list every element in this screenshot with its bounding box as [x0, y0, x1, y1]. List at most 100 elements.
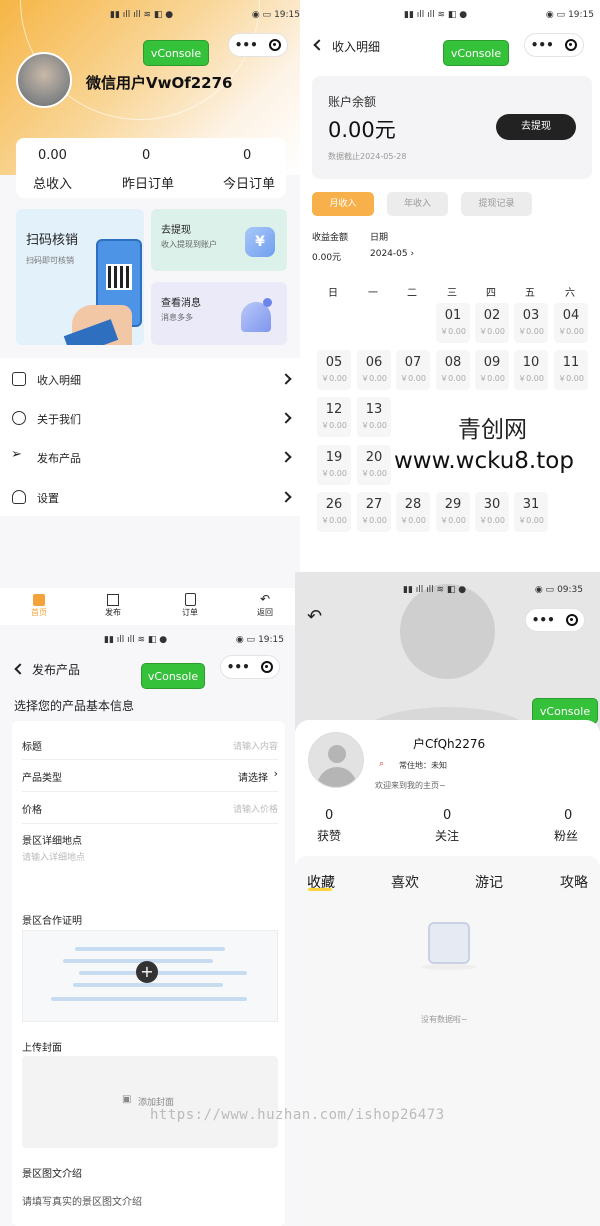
- day-amount: ￥0.00: [558, 374, 584, 383]
- calendar-day[interactable]: 12 ￥0.00: [317, 397, 351, 437]
- tab-publish[interactable]: 发布: [98, 592, 128, 622]
- calendar-day[interactable]: 01 ￥0.00: [436, 303, 470, 343]
- tab-guides[interactable]: 攻略: [560, 872, 588, 892]
- cover-upload[interactable]: ▣ 添加封面: [22, 1056, 278, 1148]
- product-type-field[interactable]: 产品类型 请选择 ›: [22, 766, 278, 788]
- back-chevron-icon[interactable]: [313, 39, 325, 51]
- vconsole-button[interactable]: vConsole: [141, 663, 205, 689]
- menu-item-label: 关于我们: [37, 413, 81, 426]
- stat-today-label: 今日订单: [223, 177, 276, 192]
- more-icon[interactable]: •••: [531, 38, 554, 52]
- menu-item-label: 发布产品: [37, 452, 81, 465]
- calendar-day[interactable]: 07 ￥0.00: [396, 350, 430, 390]
- calendar-day[interactable]: 13 ￥0.00: [357, 397, 391, 437]
- more-icon[interactable]: •••: [227, 660, 250, 674]
- menu-item-settings[interactable]: 设置: [0, 484, 300, 512]
- tab-withdraw-records[interactable]: 提现记录: [461, 192, 532, 216]
- calendar-day[interactable]: 08 ￥0.00: [436, 350, 470, 390]
- close-target-icon[interactable]: [565, 39, 578, 51]
- day-amount: ￥0.00: [361, 469, 387, 478]
- stat-yesterday-label: 昨日订单: [122, 177, 175, 192]
- vconsole-button[interactable]: vConsole: [443, 40, 509, 66]
- bell-badge: [263, 298, 272, 307]
- capsule-menu[interactable]: •••: [228, 33, 288, 57]
- tab-likes[interactable]: 喜欢: [391, 872, 419, 892]
- calendar-day[interactable]: 29 ￥0.00: [436, 492, 470, 532]
- day-number: 03: [522, 308, 540, 323]
- close-target-icon[interactable]: [261, 661, 274, 673]
- menu-item-income[interactable]: 收入明细: [0, 366, 300, 394]
- close-target-icon[interactable]: [566, 614, 579, 626]
- tab-travel-notes[interactable]: 游记: [475, 872, 503, 892]
- tab-year-income[interactable]: 年收入: [387, 192, 448, 216]
- capsule-menu[interactable]: •••: [524, 33, 584, 57]
- calendar-day[interactable]: 20 ￥0.00: [357, 445, 391, 485]
- calendar-day[interactable]: 26 ￥0.00: [317, 492, 351, 532]
- calendar-day[interactable]: 02 ￥0.00: [475, 303, 509, 343]
- capsule-menu[interactable]: •••: [220, 655, 280, 679]
- address-input[interactable]: 请输入详细地点: [22, 850, 85, 863]
- calendar-day[interactable]: 06 ￥0.00: [357, 350, 391, 390]
- chevron-right-icon: [280, 412, 292, 424]
- avatar[interactable]: [16, 52, 72, 108]
- back-arrow-icon[interactable]: ↶: [307, 606, 322, 627]
- coop-upload[interactable]: +: [22, 930, 278, 1022]
- price-field[interactable]: 价格 请输入价格: [22, 798, 278, 820]
- profile-avatar[interactable]: [308, 732, 364, 788]
- calendar-day[interactable]: 19 ￥0.00: [317, 445, 351, 485]
- close-target-icon[interactable]: [269, 39, 282, 51]
- stat-follow-value: 0: [443, 808, 452, 823]
- calendar-day[interactable]: 09 ￥0.00: [475, 350, 509, 390]
- intro-input[interactable]: 请填写真实的景区图文介绍: [22, 1193, 142, 1208]
- day-number: 29: [444, 497, 462, 512]
- day-amount: ￥0.00: [518, 327, 544, 336]
- day-amount: ￥0.00: [321, 374, 347, 383]
- day-number: 04: [562, 308, 580, 323]
- calendar-day[interactable]: 11 ￥0.00: [554, 350, 588, 390]
- day-amount: ￥0.00: [518, 516, 544, 525]
- calendar-day[interactable]: 03 ￥0.00: [514, 303, 548, 343]
- calendar-day[interactable]: 31 ￥0.00: [514, 492, 548, 532]
- calendar-day[interactable]: 28 ￥0.00: [396, 492, 430, 532]
- weekday-label: 日: [328, 288, 338, 299]
- status-bar: ▮▮ ıll ıll ≋ ◧ ● ◉ ▭ 19:15: [110, 10, 300, 20]
- location-icon: ⌕: [379, 759, 385, 769]
- withdraw-button[interactable]: 去提现: [496, 114, 576, 140]
- more-icon[interactable]: •••: [235, 38, 258, 52]
- day-amount: ￥0.00: [400, 374, 426, 383]
- date-label: 日期: [370, 233, 389, 243]
- chevron-right-icon: [280, 373, 292, 385]
- menu-item-publish[interactable]: ➢ 发布产品: [0, 444, 300, 472]
- title-field[interactable]: 标题 请输入内容: [22, 735, 278, 757]
- calendar-day[interactable]: 04 ￥0.00: [554, 303, 588, 343]
- tab-orders[interactable]: 订单: [175, 592, 205, 622]
- withdraw-title: 去提现: [161, 225, 191, 236]
- calendar-day[interactable]: 05 ￥0.00: [317, 350, 351, 390]
- amount-value: 0.00元: [312, 253, 342, 263]
- withdraw-card[interactable]: 去提现 收入提现到账户 ¥: [151, 209, 287, 271]
- date-value: 2024-05: [370, 249, 408, 259]
- status-bar: ▮▮ ıll ıll ≋ ◧ ● ◉ ▭ 09:35: [403, 585, 583, 595]
- tab-home[interactable]: 首页: [24, 592, 54, 622]
- back-chevron-icon[interactable]: [14, 663, 26, 675]
- calendar-day[interactable]: 10 ￥0.00: [514, 350, 548, 390]
- calendar-day[interactable]: 30 ￥0.00: [475, 492, 509, 532]
- home-screen: ▮▮ ıll ıll ≋ ◧ ● ◉ ▭ 19:15 vConsole ••• …: [0, 0, 300, 625]
- battery-icon: ◉ ▭: [235, 635, 256, 645]
- tab-return[interactable]: ↶ 返回: [250, 592, 280, 622]
- date-picker[interactable]: 2024-05 ›: [370, 249, 414, 259]
- capsule-menu[interactable]: •••: [525, 608, 585, 632]
- day-amount: ￥0.00: [321, 516, 347, 525]
- scan-title: 扫码核销: [26, 233, 79, 248]
- vconsole-button[interactable]: vConsole: [143, 40, 209, 66]
- message-card[interactable]: 查看消息 消息多多: [151, 282, 287, 345]
- calendar-day[interactable]: 27 ￥0.00: [357, 492, 391, 532]
- menu-item-about[interactable]: 关于我们: [0, 405, 300, 433]
- username: 微信用户VwOf2276: [86, 74, 233, 92]
- tab-month-income[interactable]: 月收入: [312, 192, 374, 216]
- scan-card[interactable]: 扫码核销 扫码即可核销: [16, 209, 144, 345]
- add-plus-icon[interactable]: +: [136, 961, 158, 983]
- more-icon[interactable]: •••: [532, 613, 555, 627]
- empty-shadow: [421, 964, 477, 970]
- day-number: 09: [483, 355, 501, 370]
